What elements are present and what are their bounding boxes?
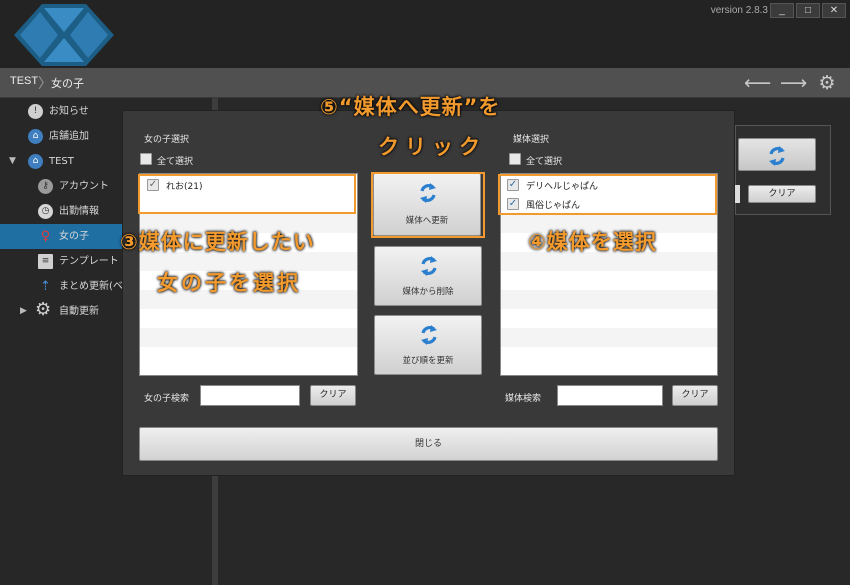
home-icon: ⌂	[28, 154, 43, 169]
refresh-icon	[420, 183, 436, 203]
arrow-right-icon[interactable]: ⟶	[780, 72, 807, 94]
step5-annotation-line1: ⑤“媒体へ更新”を	[320, 95, 501, 119]
close-dialog-button[interactable]: 閉じる	[139, 427, 718, 461]
update-media-label: 媒体へ更新	[405, 216, 449, 226]
key-icon: ⚷	[38, 179, 53, 194]
empty-row	[501, 328, 717, 347]
step5-annotation-line2: クリック	[378, 135, 486, 159]
list-item[interactable]: ✓ れお(21)	[140, 176, 357, 195]
right-small-button[interactable]	[735, 185, 740, 203]
refresh-icon	[421, 325, 437, 345]
list-item[interactable]: ✓ デリヘルじゃぱん	[501, 176, 717, 195]
sidebar-item-label: 女の子	[59, 231, 89, 242]
sidebar-item-label: TEST	[49, 156, 74, 167]
chevron-down-icon[interactable]: ▼	[9, 149, 16, 174]
sidebar-item-label: 出勤情報	[59, 206, 99, 217]
window-controls: _ □ ✕	[770, 3, 846, 18]
breadcrumb-root[interactable]: TEST	[10, 75, 38, 87]
right-clear-button[interactable]: クリア	[748, 185, 816, 203]
step3-annotation-line2: 女の子を選択	[157, 271, 301, 295]
delete-from-media-label: 媒体から削除	[402, 287, 454, 297]
delete-from-media-button[interactable]: 媒体から削除	[374, 246, 482, 306]
upload-icon: ⇡	[40, 279, 51, 294]
sidebar-item-label: お知らせ	[49, 106, 89, 117]
reorder-button[interactable]: 並び順を更新	[374, 315, 482, 375]
minimize-button[interactable]: _	[770, 3, 794, 18]
clock-icon: ◷	[38, 204, 53, 219]
girl-name: れお(21)	[166, 182, 203, 192]
girls-clear-button[interactable]: クリア	[310, 385, 356, 406]
media-select-title: 媒体選択	[513, 135, 550, 145]
document-icon: ≡	[38, 254, 53, 269]
list-item[interactable]: ✓ 風俗じゃぱん	[501, 195, 717, 214]
media-checkbox[interactable]: ✓	[507, 179, 519, 191]
gear-icon[interactable]: ⚙	[816, 72, 838, 94]
girls-select-all-label: 全て選択	[157, 157, 194, 167]
media-select-all-checkbox[interactable]	[509, 153, 521, 165]
update-media-button[interactable]: 媒体へ更新	[373, 173, 481, 236]
media-search-label: 媒体検索	[505, 394, 542, 404]
girls-select-title: 女の子選択	[144, 135, 190, 145]
girl-icon: ♀	[40, 229, 51, 244]
maximize-button[interactable]: □	[796, 3, 820, 18]
media-search-input[interactable]	[557, 385, 663, 406]
refresh-icon	[421, 256, 437, 276]
info-icon: !	[28, 104, 43, 119]
sidebar-item-label: アカウント	[59, 181, 109, 192]
media-name: 風俗じゃぱん	[526, 201, 581, 211]
update-media-button-bg[interactable]	[738, 138, 816, 171]
app-logo	[14, 4, 114, 66]
media-list: ✓ デリヘルじゃぱん ✓ 風俗じゃぱん	[500, 173, 718, 376]
girls-select-all-checkbox[interactable]	[140, 153, 152, 165]
reorder-label: 並び順を更新	[402, 356, 454, 366]
girls-search-input[interactable]	[200, 385, 300, 406]
media-clear-button[interactable]: クリア	[672, 385, 718, 406]
title-bar: version 2.8.3 _ □ ✕	[0, 0, 850, 68]
step4-annotation: ④媒体を選択	[528, 230, 657, 254]
media-checkbox[interactable]: ✓	[507, 198, 519, 210]
media-name: デリヘルじゃぱん	[526, 182, 599, 192]
close-window-button[interactable]: ✕	[822, 3, 846, 18]
version-label: version 2.8.3	[710, 5, 768, 16]
sidebar-item-label: 店舗追加	[49, 131, 89, 142]
step3-annotation-line1: ③媒体に更新したい	[120, 230, 315, 254]
empty-row	[501, 290, 717, 309]
chevron-right-icon[interactable]: ▶	[20, 299, 27, 324]
sidebar-item-label: 自動更新	[59, 306, 99, 317]
sidebar-item-label: テンプレート	[59, 256, 119, 267]
refresh-icon	[769, 146, 785, 166]
media-select-all-label: 全て選択	[526, 157, 563, 167]
girls-search-label: 女の子検索	[144, 394, 190, 404]
breadcrumb-current: 女の子	[51, 78, 84, 90]
gear-icon: ⚙	[35, 299, 52, 320]
chevron-right-icon: 〉	[38, 76, 52, 92]
girl-checkbox[interactable]: ✓	[147, 179, 159, 191]
home-plus-icon: ⌂	[28, 129, 43, 144]
arrow-left-icon[interactable]: ⟵	[744, 72, 771, 94]
empty-row	[140, 328, 357, 347]
